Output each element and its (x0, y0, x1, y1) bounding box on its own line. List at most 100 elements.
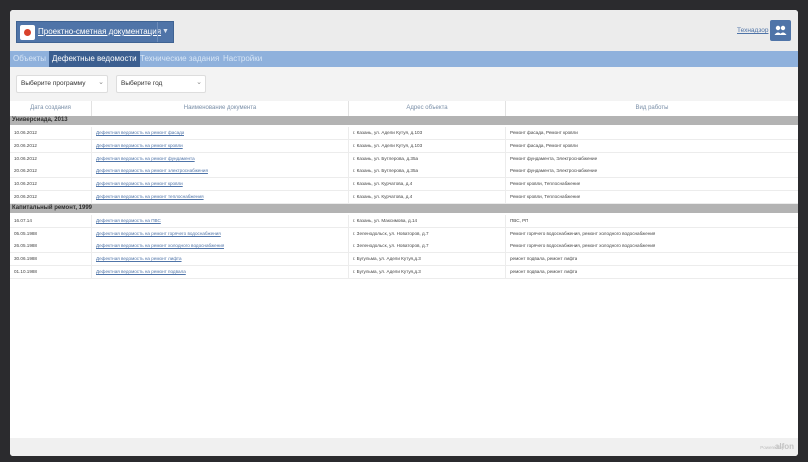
cell-address: г. Бугульма, ул. Адели Кутуя,д.3 (353, 256, 421, 262)
column-divider (505, 227, 506, 240)
tab-bar: Объекты Дефектные ведомости Технические … (10, 51, 798, 67)
column-divider (91, 127, 92, 139)
table-row[interactable]: 05.05.1988 Дефектная ведомость на ремонт … (10, 227, 798, 241)
group-header[interactable]: Универсиада, 2013 (10, 116, 798, 125)
column-header-address[interactable]: Адрес объекта (349, 101, 505, 116)
document-link[interactable]: Дефектная ведомость на ПВС (96, 215, 161, 227)
column-divider (505, 191, 506, 203)
cell-work-type: Ремонт горячего водоснабжения, ремонт хо… (510, 230, 656, 236)
document-link[interactable]: Дефектная ведомость на ремонт кровли (96, 140, 183, 152)
column-divider (348, 214, 349, 227)
chevron-down-icon: ⌄ (98, 79, 104, 86)
tab-settings[interactable]: Настройки (223, 51, 262, 67)
footer: Powered by alfon (10, 438, 798, 456)
users-icon (774, 25, 787, 35)
group-header[interactable]: Капитальный ремонт, 1999 (10, 203, 798, 213)
document-link[interactable]: Дефектная ведомость на ремонт фундамента (96, 153, 195, 165)
column-divider (348, 266, 349, 278)
column-divider (91, 240, 92, 253)
cell-date: 10.06.2012 (14, 130, 37, 135)
tab-technical-tasks[interactable]: Технические задания (140, 51, 219, 67)
column-divider (91, 214, 92, 227)
table-row[interactable]: 20.06.2012 Дефектная ведомость на ремонт … (10, 139, 798, 153)
table-row[interactable]: 30.06.1988 Дефектная ведомость на ремонт … (10, 253, 798, 267)
avatar[interactable] (770, 20, 791, 41)
table-row[interactable]: 10.06.2012 Дефектная ведомость на ремонт … (10, 152, 798, 166)
app-switcher[interactable]: Проектно-сметная документация ▼ (16, 21, 174, 43)
document-link[interactable]: Дефектная ведомость на ремонт фасада (96, 127, 184, 139)
column-divider (348, 178, 349, 191)
table-row[interactable]: 10.06.2012 Дефектная ведомость на ремонт … (10, 178, 798, 192)
column-divider (91, 178, 92, 191)
cell-address: г. Казань, ул. Адели Кутуя, д.103 (353, 130, 423, 135)
document-link[interactable]: Дефектная ведомость на ремонт холодного … (96, 240, 224, 252)
program-select-label: Выберите программу (21, 80, 86, 87)
column-header-date[interactable]: Дата создания (10, 101, 91, 116)
cell-address: г. Казань, ул. Бутлерова, д.35а (353, 155, 419, 161)
table-row[interactable]: 20.06.2012 Дефектная ведомость на ремонт … (10, 165, 798, 179)
document-link[interactable]: Дефектная ведомость на ремонт теплоснабж… (96, 191, 204, 203)
column-divider (91, 227, 92, 240)
column-divider (91, 191, 92, 203)
table-row[interactable]: 20.06.2012 Дефектная ведомость на ремонт … (10, 191, 798, 204)
column-divider (505, 266, 506, 278)
year-select[interactable]: Выберите год ⌄ (116, 75, 206, 93)
table-row[interactable]: 16.07.14 Дефектная ведомость на ПВС г. Каз… (10, 214, 798, 228)
cell-work-type: Ремонт кровли, Теплоснабжение (510, 194, 581, 199)
app-title[interactable]: Проектно-сметная документация (38, 27, 161, 36)
cell-address: г. Казань, ул. Максимова, д.14 (353, 217, 418, 223)
cell-address: г. Казань, ул. Курчатова, д.4 (353, 181, 413, 187)
app-logo-icon (20, 25, 35, 40)
cell-date: 26.05.1988 (14, 243, 37, 249)
column-divider (505, 214, 506, 227)
cell-address: г. Казань, ул. Бутлерова, д.35а (353, 168, 419, 174)
cell-address: г. Казань, ул. Курчатова, д.4 (353, 194, 413, 199)
column-divider (505, 139, 506, 152)
cell-date: 30.06.1988 (14, 256, 37, 262)
program-select[interactable]: Выберите программу ⌄ (16, 75, 108, 93)
tab-defect-statements[interactable]: Дефектные ведомости (49, 51, 140, 67)
chevron-down-icon[interactable]: ▼ (157, 22, 173, 42)
table-row[interactable]: 26.05.1988 Дефектная ведомость на ремонт … (10, 240, 798, 254)
group-title: Универсиада, 2013 (12, 117, 68, 123)
cell-date: 10.06.2012 (14, 155, 37, 161)
cell-work-type: Ремонт горячего водоснабжения, ремонт хо… (510, 243, 656, 249)
table-row[interactable]: 01.10.1988 Дефектная ведомость на ремонт … (10, 266, 798, 279)
document-link[interactable]: Дефектная ведомость на ремонт лифта (96, 253, 182, 265)
column-divider (348, 253, 349, 266)
cell-work-type: Ремонт фасада, Ремонт кровли (510, 142, 578, 148)
tab-objects[interactable]: Объекты (13, 51, 46, 67)
cell-date: 20.06.2012 (14, 194, 37, 199)
column-header-work-type[interactable]: Вид работы (506, 101, 798, 116)
cell-address: г. Зеленодольск, ул. Новаторов, д.7 (353, 230, 429, 236)
column-divider (91, 165, 92, 178)
column-divider (348, 240, 349, 253)
column-divider (505, 127, 506, 139)
cell-work-type: Ремонт фасада, Ремонт кровли (510, 130, 578, 135)
column-divider (348, 227, 349, 240)
year-select-label: Выберите год (121, 80, 163, 87)
column-divider (348, 152, 349, 165)
cell-date: 01.10.1988 (14, 269, 37, 274)
document-link[interactable]: Дефектная ведомость на ремонт кровли (96, 178, 183, 190)
app-window: Проектно-сметная документация ▼ Технадзо… (10, 10, 798, 456)
column-divider (505, 152, 506, 165)
top-bar: Проектно-сметная документация ▼ Технадзо… (10, 10, 798, 51)
cell-date: 20.06.2012 (14, 142, 37, 148)
cell-work-type: Ремонт фундамента, Электроснабжение (510, 168, 598, 174)
filter-bar: Выберите программу ⌄ Выберите год ⌄ (10, 67, 798, 101)
chevron-down-icon: ⌄ (196, 79, 202, 86)
column-header-document[interactable]: Наименование документа (92, 101, 348, 116)
table-header: Дата создания Наименование документа Адр… (10, 101, 798, 117)
column-divider (91, 266, 92, 278)
cell-work-type: ремонт подвала, ремонт лифта (510, 269, 578, 274)
user-link[interactable]: Технадзор (737, 27, 768, 34)
column-divider (505, 253, 506, 266)
document-link[interactable]: Дефектная ведомость на ремонт горячего в… (96, 228, 221, 240)
document-link[interactable]: Дефектная ведомость на ремонт электросна… (96, 165, 208, 177)
cell-work-type: Ремонт кровли, Теплоснабжение (510, 181, 581, 187)
cell-address: г. Казань, ул. Адели Кутуя, д.103 (353, 142, 423, 148)
column-divider (348, 139, 349, 152)
table-row[interactable]: 10.06.2012 Дефектная ведомость на ремонт … (10, 127, 798, 140)
document-link[interactable]: Дефектная ведомость на ремонт подвала (96, 266, 186, 278)
